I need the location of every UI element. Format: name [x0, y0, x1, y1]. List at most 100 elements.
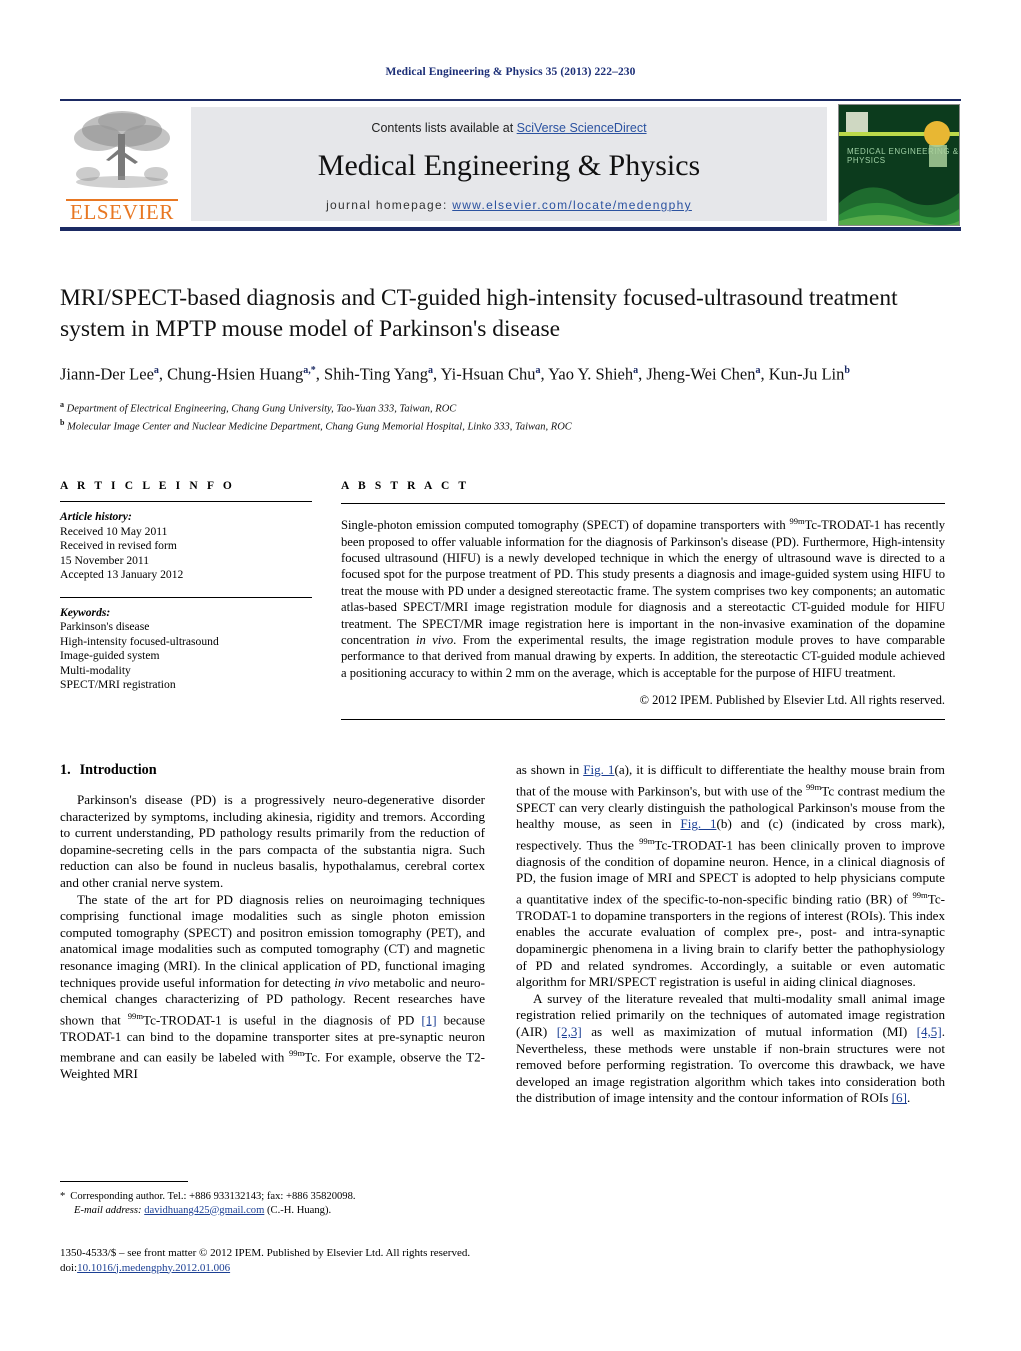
isotope-superscript: 99m [127, 1010, 144, 1021]
isotope-superscript: 99m [805, 781, 822, 792]
email-note: E-mail address: davidhuang425@gmail.com … [60, 1204, 485, 1218]
author-affiliation-mark: b [844, 365, 850, 376]
author-separator: , [158, 364, 168, 384]
cover-publisher-mark [846, 112, 868, 132]
author-list: Jiann-Der Leea, Chung-Hsien Huanga,*, Sh… [60, 358, 945, 387]
italic-phrase: in vivo [415, 633, 454, 648]
keyword-item: Parkinson's disease [60, 620, 150, 633]
section-heading-introduction: 1. Introduction [60, 762, 485, 779]
citation-link[interactable]: Fig. 1 [583, 762, 614, 777]
doi-label: doi: [60, 1261, 78, 1274]
article-info-separator [60, 596, 312, 598]
article-history-lines: Received 10 May 2011 Received in revised … [60, 525, 312, 583]
running-head: Medical Engineering & Physics 35 (2013) … [385, 66, 636, 78]
doi-link[interactable]: 10.1016/j.medengphy.2012.01.006 [77, 1262, 230, 1274]
contents-prefix: Contents lists available at [371, 121, 517, 135]
paragraph: Parkinson's disease (PD) is a progressiv… [60, 792, 485, 892]
abstract-heading: A B S T R A C T [341, 480, 470, 492]
elsevier-tree-icon [74, 111, 170, 188]
sciencedirect-link[interactable]: SciVerse ScienceDirect [517, 121, 647, 135]
paragraph: as shown in Fig. 1(a), it is difficult t… [516, 762, 945, 991]
masthead-top-rule [60, 99, 961, 101]
citation-link[interactable]: [4,5] [917, 1024, 942, 1039]
keywords-block: Keywords: Parkinson's disease High-intens… [60, 606, 312, 693]
masthead-bottom-rule [60, 227, 961, 231]
email-link[interactable]: davidhuang425@gmail.com [144, 1205, 264, 1216]
abstract-text: Single-photon emission computed tomograp… [341, 513, 945, 681]
journal-masthead: ELSEVIER Contents lists available at Sci… [60, 99, 961, 231]
elsevier-logo: ELSEVIER [62, 106, 182, 226]
abstract-bottom-rule [341, 719, 945, 721]
italic-phrase: in vivo [334, 974, 370, 990]
keyword-item: SPECT/MRI registration [60, 678, 176, 691]
footnote-block: * Corresponding author. Tel.: +886 933132… [60, 1181, 485, 1217]
keyword-item: High-intensity focused-ultrasound [60, 634, 219, 648]
article-history-line: Accepted 13 January 2012 [60, 568, 184, 581]
cover-anniversary-badge [924, 121, 950, 147]
keywords-label: Keywords: [60, 605, 111, 619]
journal-title: Medical Engineering & Physics [317, 149, 701, 182]
text-run: Tc-TRODAT-1 has recently been proposed t… [341, 518, 945, 648]
isotope-superscript: 99m [639, 835, 655, 846]
isotope-superscript: 99m [289, 1048, 305, 1059]
email-label: E-mail address: [74, 1204, 142, 1216]
keyword-item: Image-guided system [60, 649, 160, 662]
keyword-item: Multi-modality [60, 663, 131, 677]
title-block: MRI/SPECT-based diagnosis and CT-guided … [60, 283, 945, 435]
author-separator: , [315, 364, 325, 384]
affiliation-list: a Department of Electrical Engineering, … [60, 398, 945, 435]
paragraph: A survey of the literature revealed that… [516, 991, 945, 1107]
section-number: 1. [60, 762, 71, 778]
citation-link[interactable]: [6] [892, 1090, 907, 1105]
author-affiliation-mark: a,* [303, 365, 316, 376]
journal-article-page: Medical Engineering & Physics 35 (2013) … [0, 0, 1021, 1351]
cover-society-emblem [929, 145, 947, 167]
author-name: Kun-Ju Lin [768, 364, 845, 384]
intro-right-paragraphs: as shown in Fig. 1(a), it is difficult t… [516, 762, 945, 1107]
issn-copyright-block: 1350-4533/$ – see front matter © 2012 IP… [60, 1246, 660, 1275]
corresponding-author-note: * Corresponding author. Tel.: +886 933132… [60, 1190, 485, 1204]
article-history: Article history: Received 10 May 2011 Rec… [60, 510, 312, 583]
citation-link[interactable]: [1] [421, 1012, 436, 1027]
isotope-superscript: 99m [789, 516, 805, 526]
isotope-superscript: 99m [912, 889, 928, 900]
asterisk-icon: * [60, 1191, 66, 1202]
article-info-rule [60, 501, 312, 502]
elsevier-wordmark: ELSEVIER [70, 200, 174, 224]
footnote-rule [60, 1181, 188, 1182]
article-history-label: Article history: [60, 510, 132, 523]
abstract-section: A B S T R A C T Single-photon emission c… [341, 480, 945, 721]
cover-hills-graphic [839, 187, 959, 225]
affiliation-line: b Molecular Image Center and Nuclear Med… [60, 416, 945, 435]
author-name: Jiann-Der Lee [60, 364, 154, 384]
article-history-line: Received in revised form [60, 539, 177, 552]
doi-line: doi:10.1016/j.medengphy.2012.01.006 [60, 1261, 660, 1276]
article-info-heading: A R T I C L E I N F O [60, 480, 235, 492]
contents-line: Contents lists available at SciVerse Sci… [191, 121, 827, 135]
text-run: . [906, 1090, 911, 1106]
citation-link[interactable]: Fig. 1 [680, 816, 716, 831]
author-name: Shih-Ting Yang [324, 364, 428, 384]
author-separator: , [760, 364, 769, 384]
homepage-label: journal homepage: [326, 198, 453, 212]
body-column-right: as shown in Fig. 1(a), it is difficult t… [516, 762, 945, 1107]
journal-homepage-link[interactable]: www.elsevier.com/locate/medengphy [452, 198, 692, 212]
citation-link[interactable]: [2,3] [557, 1024, 582, 1039]
author-name: Jheng-Wei Chen [646, 364, 756, 384]
issn-line: 1350-4533/$ – see front matter © 2012 IP… [60, 1247, 471, 1259]
journal-cover-thumbnail: MEDICAL ENGINEERING & PHYSICS [838, 104, 960, 226]
text-run: as shown in [516, 762, 584, 777]
author-name: Yi-Hsuan Chu [440, 364, 536, 384]
author-separator: , [540, 364, 549, 384]
abstract-copyright: © 2012 IPEM. Published by Elsevier Ltd. … [639, 693, 945, 708]
article-info-section: A R T I C L E I N F O Article history: R… [60, 480, 312, 693]
body-column-left: 1. Introduction Parkinson's disease (PD) … [60, 762, 485, 1083]
article-history-line: 15 November 2011 [60, 553, 150, 567]
cover-artwork: MEDICAL ENGINEERING & PHYSICS [839, 105, 959, 225]
text-run: as well as maximization of mutual inform… [581, 1023, 917, 1039]
affiliation-line: a Department of Electrical Engineering, … [60, 398, 945, 417]
text-run: Tc-TRODAT-1 is useful in the diagnosis o… [143, 1012, 422, 1028]
journal-band: Contents lists available at SciVerse Sci… [191, 107, 827, 221]
keywords-lines: Parkinson's disease High-intensity focuse… [60, 620, 312, 693]
paragraph: The state of the art for PD diagnosis re… [60, 892, 485, 1083]
